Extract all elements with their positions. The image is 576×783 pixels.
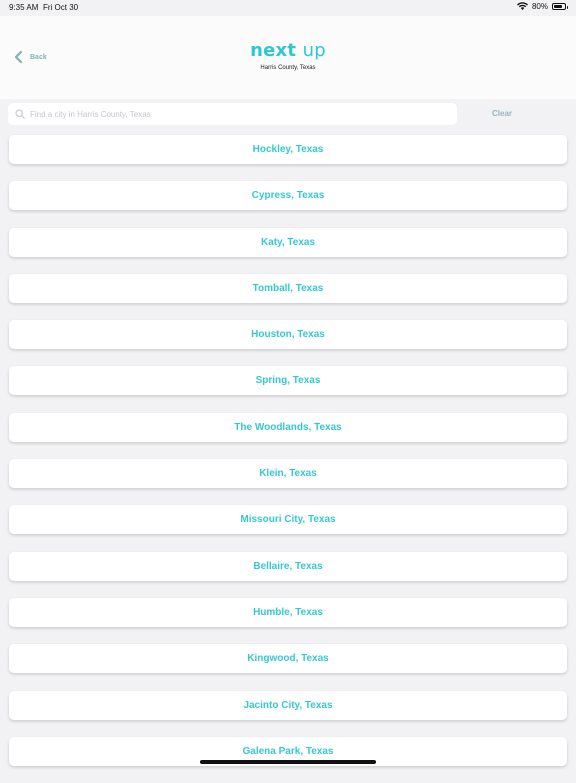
city-list-item[interactable]: Hockley, Texas [9,135,567,164]
battery-fill [554,5,563,8]
city-list-item[interactable]: Tomball, Texas [9,273,567,303]
status-date: Fri Oct 30 [43,3,79,12]
status-time: 9:35 AM [9,3,39,12]
clear-button[interactable]: Clear [492,109,512,118]
city-list-item[interactable]: Cypress, Texas [9,181,567,211]
city-list-item[interactable]: Missouri City, Texas [9,505,567,535]
county-subtitle: Harris County, Texas [260,65,316,71]
app-header: Back next up Harris County, Texas [0,16,576,99]
battery-percent: 80% [531,2,548,11]
city-list-item[interactable]: Spring, Texas [9,366,567,396]
city-list-item[interactable]: Humble, Texas [9,597,567,627]
city-list-item[interactable]: Kingwood, Texas [9,644,567,674]
city-list-item[interactable]: The Woodlands, Texas [9,412,567,442]
city-list-item[interactable]: Bellaire, Texas [9,551,567,581]
city-list-item[interactable]: Houston, Texas [9,320,567,350]
search-input[interactable] [30,103,450,125]
search-icon [15,109,25,119]
status-indicators: 80% [516,2,568,11]
city-list: Hockley, Texas Cypress, Texas Katy, Texas T… [9,135,567,783]
city-list-item[interactable]: Katy, Texas [9,227,567,257]
app-logo: next up [0,40,576,61]
search-row: Clear [8,103,568,125]
search-box[interactable] [8,103,457,125]
status-bar: 9:35 AM Fri Oct 30 80% [0,0,576,16]
city-list-item[interactable]: Klein, Texas [9,459,567,489]
wifi-icon [516,2,528,10]
logo-accent-text: up [302,40,326,61]
home-indicator[interactable] [200,760,376,764]
battery-icon [552,3,568,10]
city-list-item[interactable]: Jacinto City, Texas [9,690,567,720]
logo-main-text: next [250,40,297,61]
